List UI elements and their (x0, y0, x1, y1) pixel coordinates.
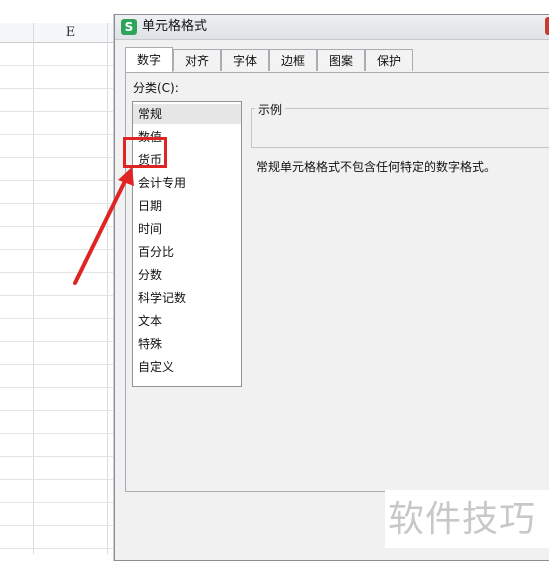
arrow-shaft (73, 173, 130, 285)
annotation-arrow-icon (73, 167, 134, 285)
watermark: 软件技巧 (388, 499, 537, 540)
